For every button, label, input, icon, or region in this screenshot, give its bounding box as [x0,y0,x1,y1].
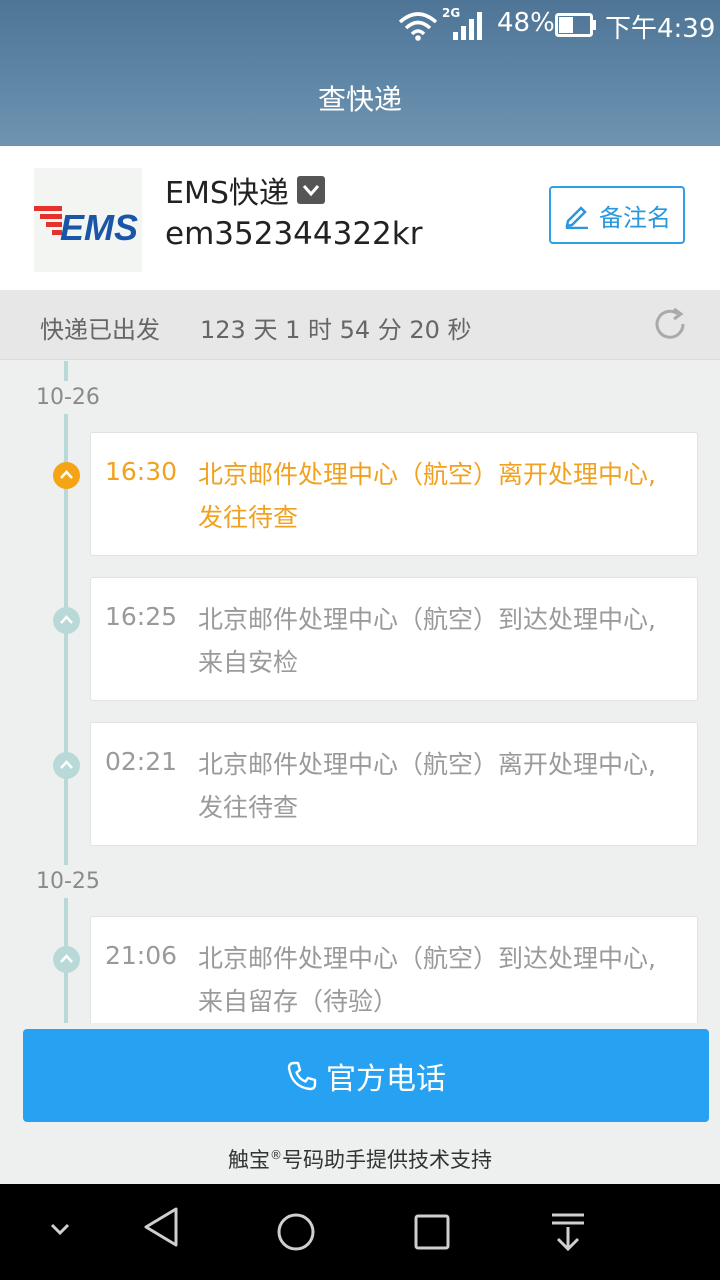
chevron-down-icon[interactable] [296,176,325,204]
chevron-down-icon[interactable] [48,1220,72,1238]
event-desc: 北京邮件处理中心（航空）离开处理中心,发往待查 [198,750,656,822]
footer-brand: 触宝 [228,1148,270,1172]
refresh-icon[interactable] [652,306,688,342]
status-bar: 2G 48% 下午4:39 [0,0,720,50]
signal-icon [453,12,482,40]
timeline-event[interactable]: 02:21 北京邮件处理中心（航空）离开处理中心,发往待查 [90,722,698,846]
event-desc: 北京邮件处理中心（航空）到达处理中心,来自安检 [198,605,656,677]
chevron-up-icon [60,615,73,624]
svg-text:EMS: EMS [60,207,138,248]
timeline-event[interactable]: 16:25 北京邮件处理中心（航空）到达处理中心,来自安检 [90,577,698,701]
registered-mark: ® [270,1148,282,1162]
carrier-name[interactable]: EMS快递 [165,168,325,212]
top-bar: 2G 48% 下午4:39 查快递 [0,0,720,146]
date-label: 10-25 [36,865,100,898]
system-nav-bar [0,1184,720,1280]
official-phone-button[interactable]: 官方电话 [23,1029,709,1122]
recent-apps-icon[interactable] [414,1214,450,1250]
notification-pull-icon[interactable] [550,1212,586,1252]
shipped-label: 快递已出发 [40,316,160,344]
event-time: 21:06 [105,941,178,970]
ems-logo: EMS [34,168,142,272]
call-button-label: 官方电话 [326,1061,446,1097]
shipped-bar: 快递已出发 123 天 1 时 54 分 20 秒 [0,290,720,360]
shipped-duration: 123 天 1 时 54 分 20 秒 [200,316,472,344]
phone-icon [287,1061,317,1090]
carrier-header: EMS EMS快递 em352344322kr 备注名 [0,146,720,290]
timeline-dot [53,946,80,973]
pencil-icon [565,206,588,229]
page-title: 查快递 [317,83,402,116]
event-time: 02:21 [105,747,178,776]
wifi-icon [398,12,438,41]
note-name-button[interactable]: 备注名 [549,186,685,244]
battery-icon [555,13,596,37]
timeline-line [64,361,68,1023]
event-time: 16:25 [105,602,178,631]
timeline-dot-active [53,462,80,489]
event-time: 16:30 [105,457,178,486]
tracking-number: em352344322kr [165,216,423,252]
chevron-up-icon [60,470,73,479]
timeline-event[interactable]: 16:30 北京邮件处理中心（航空）离开处理中心,发往待查 [90,432,698,556]
back-icon[interactable] [142,1206,180,1248]
note-button-label: 备注名 [599,203,671,232]
timeline-dot [53,607,80,634]
timeline[interactable]: 10-26 16:30 北京邮件处理中心（航空）离开处理中心,发往待查 16:2… [0,361,720,1023]
date-label: 10-26 [36,381,100,414]
clock: 下午4:39 [605,14,716,44]
ems-logo-icon: EMS [34,206,138,248]
footer-rest: 号码助手提供技术支持 [282,1148,492,1172]
home-icon[interactable] [276,1212,316,1252]
timeline-dot [53,752,80,779]
event-desc: 北京邮件处理中心（航空）到达处理中心,来自留存（待验） [198,944,656,1016]
battery-percent: 48% [497,8,555,38]
chevron-up-icon [60,954,73,963]
event-desc: 北京邮件处理中心（航空）离开处理中心,发往待查 [198,460,656,532]
footer-credit: 触宝®号码助手提供技术支持 [0,1144,720,1174]
chevron-up-icon [60,760,73,769]
timeline-event[interactable]: 21:06 北京邮件处理中心（航空）到达处理中心,来自留存（待验） [90,916,698,1023]
carrier-name-text: EMS快递 [165,176,289,211]
